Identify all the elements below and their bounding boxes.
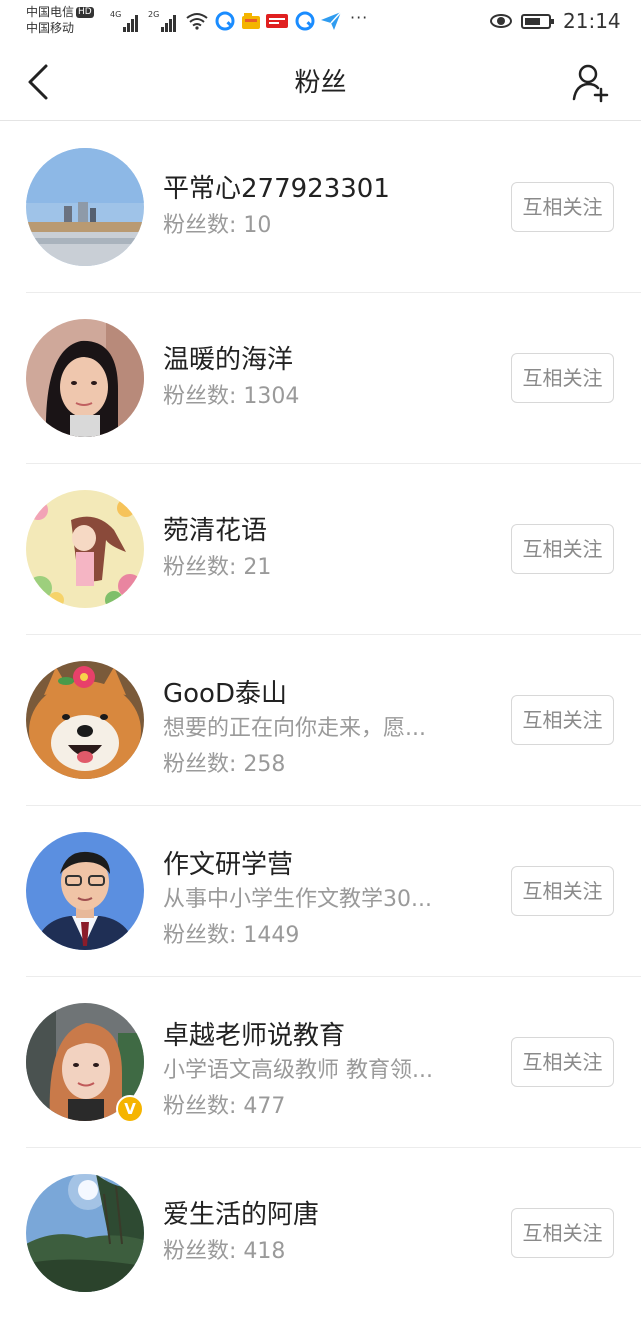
list-item[interactable]: V 卓越老师说教育 小学语文高级教师 教育领... 粉丝数: 477 互相关注 <box>0 977 641 1148</box>
status-bar: 中国电信 HD 中国移动 4G 2G ··· 21:14 <box>0 0 641 44</box>
signal-2g-icon: 2G <box>148 10 177 32</box>
eye-comfort-icon <box>490 14 512 28</box>
follow-back-button[interactable]: 互相关注 <box>511 524 614 574</box>
fan-count: 粉丝数: 1449 <box>163 923 300 948</box>
fan-count: 粉丝数: 10 <box>163 213 272 238</box>
carrier-info: 中国电信 HD 中国移动 <box>26 4 94 36</box>
follow-back-button[interactable]: 互相关注 <box>511 1208 614 1258</box>
list-item[interactable]: 温暖的海洋 粉丝数: 1304 互相关注 <box>0 293 641 464</box>
avatar[interactable] <box>26 490 144 608</box>
follow-back-button[interactable]: 互相关注 <box>511 695 614 745</box>
fan-count: 粉丝数: 477 <box>163 1094 286 1119</box>
list-item[interactable]: 菀清花语 粉丝数: 21 互相关注 <box>0 464 641 635</box>
send-app-icon <box>320 10 342 32</box>
folder-app-icon <box>240 10 262 32</box>
fan-count: 粉丝数: 258 <box>163 752 286 777</box>
fan-count: 粉丝数: 1304 <box>163 384 300 409</box>
wifi-icon <box>186 10 208 32</box>
fan-name: 平常心277923301 <box>163 174 390 204</box>
fan-name: 卓越老师说教育 <box>163 1021 346 1051</box>
verified-badge-icon: V <box>116 1095 144 1123</box>
add-user-button[interactable] <box>570 61 614 105</box>
fan-description: 想要的正在向你走来，愿... <box>163 716 426 741</box>
page-title: 粉丝 <box>294 68 347 98</box>
fan-name: 作文研学营 <box>163 850 294 880</box>
carrier-1: 中国电信 <box>26 5 75 19</box>
follow-back-button[interactable]: 互相关注 <box>511 1037 614 1087</box>
carrier-2: 中国移动 <box>26 21 75 35</box>
list-item[interactable]: GooD泰山 想要的正在向你走来，愿... 粉丝数: 258 互相关注 <box>0 635 641 806</box>
avatar[interactable] <box>26 832 144 950</box>
clock: 21:14 <box>563 9 621 33</box>
fan-name: 爱生活的阿唐 <box>163 1200 320 1230</box>
fan-description: 小学语文高级教师 教育领... <box>163 1058 433 1083</box>
browser-app-icon-2 <box>294 10 316 32</box>
fans-list: 平常心277923301 粉丝数: 10 互相关注 温暖的海洋 粉丝数: 130… <box>0 122 641 1319</box>
list-item[interactable]: 作文研学营 从事中小学生作文教学30... 粉丝数: 1449 互相关注 <box>0 806 641 977</box>
list-item[interactable]: 爱生活的阿唐 粉丝数: 418 互相关注 <box>0 1148 641 1319</box>
add-user-icon <box>572 64 609 103</box>
avatar[interactable] <box>26 319 144 437</box>
fan-name: 温暖的海洋 <box>163 345 294 375</box>
fan-description: 从事中小学生作文教学30... <box>163 887 432 912</box>
hd-badge: HD <box>76 7 94 18</box>
follow-back-button[interactable]: 互相关注 <box>511 866 614 916</box>
nav-bar: 粉丝 <box>0 44 641 121</box>
fan-count: 粉丝数: 418 <box>163 1239 286 1264</box>
fan-name: GooD泰山 <box>163 679 287 709</box>
more-notifications-icon: ··· <box>350 8 369 27</box>
list-item[interactable]: 平常心277923301 粉丝数: 10 互相关注 <box>0 122 641 293</box>
follow-back-button[interactable]: 互相关注 <box>511 182 614 232</box>
signal-4g-icon: 4G <box>110 10 139 32</box>
follow-back-button[interactable]: 互相关注 <box>511 353 614 403</box>
news-app-icon <box>266 10 288 32</box>
fan-name: 菀清花语 <box>163 516 268 546</box>
battery-icon <box>521 14 554 29</box>
browser-app-icon <box>214 10 236 32</box>
avatar[interactable] <box>26 661 144 779</box>
avatar[interactable] <box>26 148 144 266</box>
avatar[interactable] <box>26 1174 144 1292</box>
fan-count: 粉丝数: 21 <box>163 555 272 580</box>
